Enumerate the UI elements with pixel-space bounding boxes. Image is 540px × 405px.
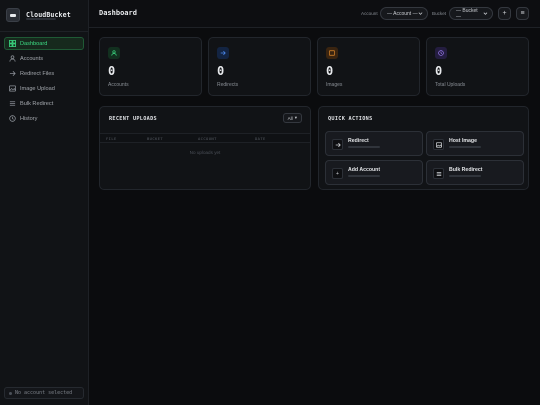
dashboard-icon bbox=[9, 40, 16, 47]
table-header: FILE BUCKET ACCOUNT DATE bbox=[100, 133, 310, 143]
stat-card-total-uploads: 0 Total Uploads bbox=[426, 37, 529, 96]
sidebar-item-redirect-files[interactable]: Redirect Files bbox=[4, 67, 84, 80]
sidebar-item-label: Redirect Files bbox=[20, 70, 55, 77]
chevron-down-icon: ▾ bbox=[294, 115, 297, 120]
app-root: CloudBucket Dashboard Accounts Redirect … bbox=[0, 0, 540, 405]
clock-icon bbox=[435, 47, 447, 59]
quick-action-label: Bulk Redirect bbox=[449, 167, 483, 173]
arrow-right-icon bbox=[9, 70, 16, 77]
stat-label: Accounts bbox=[108, 82, 129, 88]
sidebar-item-history[interactable]: History bbox=[4, 112, 84, 125]
stat-label: Total Uploads bbox=[435, 82, 466, 88]
brand-tagline-placeholder bbox=[26, 18, 56, 20]
quick-action-desc-placeholder bbox=[348, 175, 380, 177]
column-header: FILE bbox=[106, 136, 117, 141]
account-select-label: Account bbox=[361, 11, 378, 16]
stat-value: 0 bbox=[435, 64, 443, 78]
sidebar-item-bulk-redirect[interactable]: Bulk Redirect bbox=[4, 97, 84, 110]
bucket-logo-icon bbox=[6, 8, 20, 22]
arrow-right-icon bbox=[217, 47, 229, 59]
stat-label: Redirects bbox=[217, 82, 239, 88]
account-select-value: — Account — bbox=[387, 10, 418, 17]
empty-state: No uploads yet bbox=[189, 150, 221, 155]
sidebar-item-label: Accounts bbox=[20, 55, 44, 62]
quick-action-desc-placeholder bbox=[348, 146, 380, 148]
chevron-down-icon bbox=[483, 12, 488, 15]
sidebar: CloudBucket Dashboard Accounts Redirect … bbox=[0, 0, 89, 405]
quick-action-bulk-redirect[interactable]: Bulk Redirect bbox=[426, 160, 524, 185]
stat-value: 0 bbox=[326, 64, 334, 78]
plus-icon: + bbox=[502, 10, 507, 17]
menu-icon: ≡ bbox=[520, 10, 525, 17]
account-select[interactable]: — Account — bbox=[380, 7, 428, 20]
quick-action-add-account[interactable]: + Add Account bbox=[325, 160, 423, 185]
bucket-select[interactable]: — Bucket — bbox=[449, 7, 493, 20]
account-status-text: No account selected bbox=[15, 390, 73, 396]
bucket-select-label: Bucket bbox=[432, 11, 447, 16]
image-icon bbox=[9, 85, 16, 92]
top-header: Dashboard Account — Account — Bucket — B… bbox=[89, 0, 540, 28]
quick-action-redirect[interactable]: Redirect bbox=[325, 131, 423, 156]
stat-card-images: 0 Images bbox=[317, 37, 420, 96]
sidebar-item-label: Dashboard bbox=[20, 40, 48, 47]
column-header: BUCKET bbox=[147, 136, 164, 141]
list-icon bbox=[433, 168, 444, 179]
section-title: RECENT UPLOADS bbox=[109, 116, 157, 122]
chevron-down-icon bbox=[418, 12, 423, 15]
column-header: DATE bbox=[255, 136, 266, 141]
sidebar-item-dashboard[interactable]: Dashboard bbox=[4, 37, 84, 50]
section-title: QUICK ACTIONS bbox=[328, 116, 373, 122]
user-icon bbox=[108, 47, 120, 59]
stat-value: 0 bbox=[108, 64, 116, 78]
quick-actions-panel: QUICK ACTIONS Redirect Host Image + Add … bbox=[318, 106, 529, 190]
stat-card-redirects: 0 Redirects bbox=[208, 37, 311, 96]
list-icon bbox=[9, 100, 16, 107]
account-status[interactable]: No account selected bbox=[4, 387, 84, 399]
stat-label: Images bbox=[326, 82, 343, 88]
quick-action-host-image[interactable]: Host Image bbox=[426, 131, 524, 156]
sidebar-item-label: Image Upload bbox=[20, 85, 55, 92]
filter-all-button[interactable]: All ▾ bbox=[282, 113, 302, 123]
menu-button[interactable]: ≡ bbox=[516, 7, 529, 20]
page-title: Dashboard bbox=[99, 9, 137, 17]
filter-all-label: All bbox=[287, 115, 293, 121]
image-icon bbox=[433, 139, 444, 150]
quick-action-desc-placeholder bbox=[449, 146, 481, 148]
user-icon bbox=[9, 55, 16, 62]
sidebar-item-accounts[interactable]: Accounts bbox=[4, 52, 84, 65]
stat-card-accounts: 0 Accounts bbox=[99, 37, 202, 96]
quick-action-label: Add Account bbox=[348, 167, 381, 173]
plus-icon: + bbox=[332, 168, 343, 179]
image-icon bbox=[326, 47, 338, 59]
clock-icon bbox=[9, 115, 16, 122]
recent-uploads-panel: RECENT UPLOADS All ▾ FILE BUCKET ACCOUNT… bbox=[99, 106, 311, 190]
sidebar-item-label: Bulk Redirect bbox=[20, 100, 54, 107]
quick-action-desc-placeholder bbox=[449, 175, 481, 177]
arrow-right-icon bbox=[332, 139, 343, 150]
sidebar-item-label: History bbox=[20, 115, 38, 122]
divider bbox=[0, 31, 89, 32]
quick-action-label: Host Image bbox=[449, 138, 477, 144]
column-header: ACCOUNT bbox=[198, 136, 217, 141]
status-dot-icon bbox=[9, 391, 12, 395]
sidebar-nav: Dashboard Accounts Redirect Files Image … bbox=[4, 37, 84, 127]
add-button[interactable]: + bbox=[498, 7, 511, 20]
quick-action-label: Redirect bbox=[348, 138, 369, 144]
stat-value: 0 bbox=[217, 64, 225, 78]
sidebar-item-image-upload[interactable]: Image Upload bbox=[4, 82, 84, 95]
bucket-select-value: — Bucket — bbox=[456, 7, 478, 20]
